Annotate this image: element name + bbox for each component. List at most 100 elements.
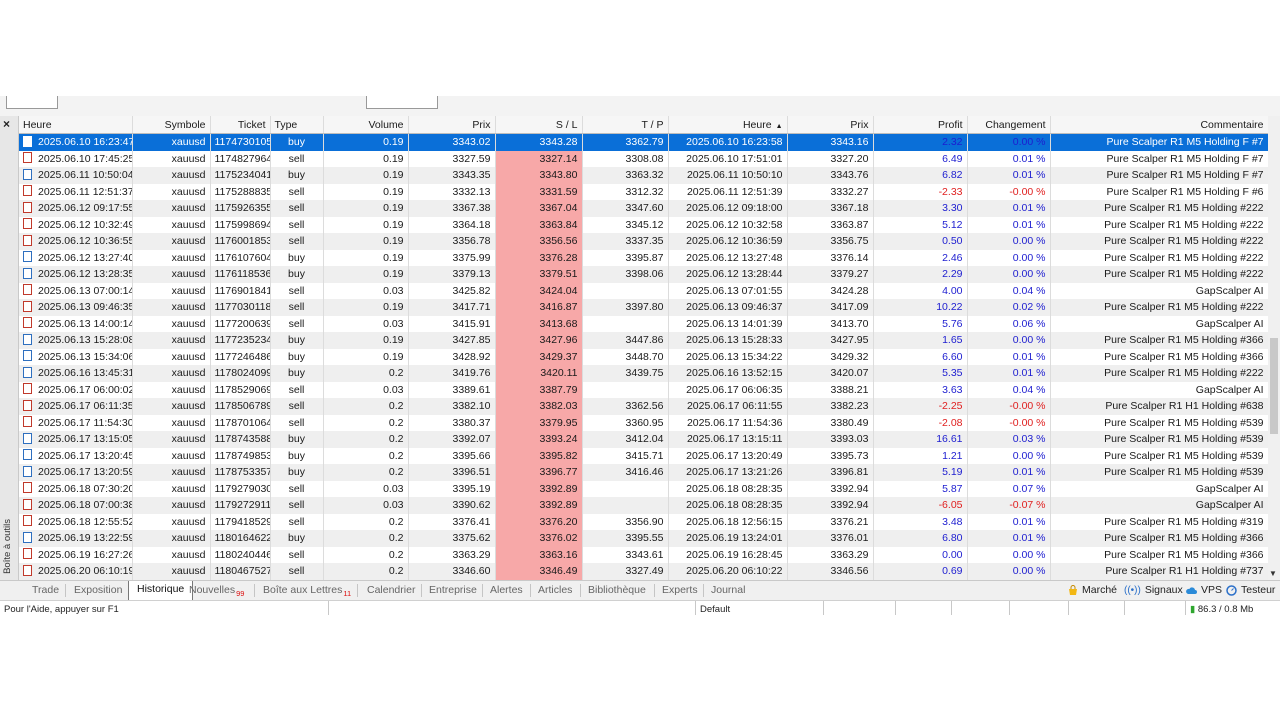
table-row[interactable]: 2025.06.12 10:36:55 xauusd 1176001853 sell 0… <box>19 233 1268 250</box>
table-row[interactable]: 2025.06.20 06:10:19 xauusd 1180467527 sell 0… <box>19 563 1268 580</box>
cell-open-time-text: 2025.06.13 07:00:14 <box>38 284 132 297</box>
table-row[interactable]: 2025.06.17 06:00:02 xauusd 1178529069 sell 0… <box>19 381 1268 398</box>
cell-close-time: 2025.06.18 12:56:15 <box>668 513 788 530</box>
cell-open-price-text: 3395.19 <box>452 482 491 495</box>
col-profit[interactable]: Profit <box>873 116 968 134</box>
table-row[interactable]: 2025.06.11 12:51:37 xauusd 1175288835 sell 0… <box>19 183 1268 200</box>
market-button[interactable]: Marché <box>1068 584 1117 596</box>
cell-sl: 3363.84 <box>495 216 583 233</box>
cell-profit: 6.80 <box>873 530 968 547</box>
cell-tp: 3395.87 <box>582 249 669 266</box>
tab-trade[interactable]: Trade <box>32 584 59 596</box>
cell-change: 0.00 % <box>967 233 1051 250</box>
table-row[interactable]: 2025.06.12 09:17:55 xauusd 1175926355 sell 0… <box>19 200 1268 217</box>
table-row[interactable]: 2025.06.13 15:28:08 xauusd 1177235234 buy 0.… <box>19 332 1268 349</box>
close-icon[interactable]: × <box>3 117 10 131</box>
table-row[interactable]: 2025.06.13 09:46:35 xauusd 1177030118 sell 0… <box>19 299 1268 316</box>
tab-bibliotheque[interactable]: Bibliothèque <box>588 584 646 596</box>
table-row[interactable]: 2025.06.19 16:27:26 xauusd 1180240446 sell 0… <box>19 546 1268 563</box>
cell-type: sell <box>270 546 324 563</box>
table-row[interactable]: 2025.06.17 13:20:59 xauusd 1178753357 buy 0.… <box>19 464 1268 481</box>
col-sl[interactable]: S / L <box>495 116 583 134</box>
table-row[interactable]: 2025.06.18 12:55:52 xauusd 1179418529 sell 0… <box>19 513 1268 530</box>
scrollbar-thumb[interactable] <box>1270 338 1278 434</box>
cell-ticket: 1178753357 <box>210 464 271 481</box>
cell-comment: GapScalper AI <box>1050 480 1268 497</box>
col-symbole[interactable]: Symbole <box>132 116 211 134</box>
table-row[interactable]: 2025.06.17 11:54:30 xauusd 1178701064 sell 0… <box>19 414 1268 431</box>
cell-close-price-text: 3392.94 <box>830 499 869 512</box>
table-row[interactable]: 2025.06.16 13:45:31 xauusd 1178024099 buy 0.… <box>19 365 1268 382</box>
table-row[interactable]: 2025.06.17 06:11:35 xauusd 1178506789 sell 0… <box>19 398 1268 415</box>
cell-change-text: 0.02 % <box>1012 301 1046 314</box>
cell-symbol: xauusd <box>132 497 211 514</box>
tab-journal[interactable]: Journal <box>711 584 745 596</box>
tab-experts[interactable]: Experts <box>662 584 698 596</box>
table-row[interactable]: 2025.06.13 14:00:14 xauusd 1177200639 sell 0… <box>19 315 1268 332</box>
cell-close-price-text: 3346.56 <box>830 565 869 578</box>
table-row[interactable]: 2025.06.12 13:27:40 xauusd 1176107604 buy 0.… <box>19 249 1268 266</box>
tab-historique[interactable]: Historique <box>128 581 194 601</box>
tab-boite-aux-lettres[interactable]: Boîte aux Lettres11 <box>263 584 351 598</box>
cell-comment: Pure Scalper R1 H1 Holding #737 <box>1050 563 1268 580</box>
table-row[interactable]: 2025.06.13 15:34:06 xauusd 1177246486 buy 0.… <box>19 348 1268 365</box>
signals-button[interactable]: ((•)) Signaux <box>1124 584 1183 596</box>
tab-separator <box>254 584 255 597</box>
cell-open-time-text: 2025.06.12 13:28:35 <box>38 268 132 281</box>
col-type[interactable]: Type <box>270 116 324 134</box>
tab-alertes[interactable]: Alertes <box>490 584 523 596</box>
cell-ticket-text: 1175998694 <box>214 218 270 231</box>
cell-symbol-text: xauusd <box>171 515 206 528</box>
cell-open-time: 2025.06.13 15:34:06 <box>19 348 133 365</box>
col-prix-close[interactable]: Prix <box>787 116 874 134</box>
table-row[interactable]: 2025.06.13 07:00:14 xauusd 1176901841 sell 0… <box>19 282 1268 299</box>
cell-comment-text: Pure Scalper R1 M5 Holding F #7 <box>1106 152 1264 165</box>
cell-tp: 3345.12 <box>582 216 669 233</box>
tab-calendrier[interactable]: Calendrier <box>367 584 415 596</box>
col-heure[interactable]: Heure <box>19 116 133 134</box>
table-row[interactable]: 2025.06.10 17:45:25 xauusd 1174827964 sell 0… <box>19 150 1268 167</box>
col-volume[interactable]: Volume <box>323 116 409 134</box>
cell-comment-text: Pure Scalper R1 H1 Holding #638 <box>1105 400 1264 413</box>
table-row[interactable]: 2025.06.10 16:23:47 xauusd 1174730105 buy 0.… <box>19 133 1268 151</box>
cell-volume-text: 0.19 <box>383 251 404 264</box>
cell-type: buy <box>270 530 324 547</box>
col-ticket[interactable]: Ticket <box>210 116 271 134</box>
table-row[interactable]: 2025.06.12 13:28:35 xauusd 1176118536 buy 0.… <box>19 266 1268 283</box>
cell-close-price-text: 3380.49 <box>830 416 869 429</box>
vertical-scrollbar[interactable]: ▼ <box>1268 116 1280 580</box>
table-row[interactable]: 2025.06.19 13:22:59 xauusd 1180164622 buy 0.… <box>19 530 1268 547</box>
cell-symbol: xauusd <box>132 398 211 415</box>
cell-type: buy <box>270 365 324 382</box>
tab-articles[interactable]: Articles <box>538 584 572 596</box>
tab-nouvelles[interactable]: Nouvelles99 <box>189 584 244 598</box>
cell-comment: Pure Scalper R1 M5 Holding #366 <box>1050 530 1268 547</box>
table-row[interactable]: 2025.06.18 07:00:38 xauusd 1179272911 sell 0… <box>19 497 1268 514</box>
tester-button[interactable]: Testeur <box>1226 584 1275 596</box>
cell-comment: Pure Scalper R1 M5 Holding #222 <box>1050 249 1268 266</box>
col-prix[interactable]: Prix <box>408 116 496 134</box>
cell-open-price: 3343.02 <box>408 133 496 151</box>
table-row[interactable]: 2025.06.17 13:15:05 xauusd 1178743588 buy 0.… <box>19 431 1268 448</box>
col-changement[interactable]: Changement <box>967 116 1051 134</box>
vps-button[interactable]: VPS <box>1185 584 1222 596</box>
col-heure-close[interactable]: Heure ▲ <box>668 116 788 134</box>
table-row[interactable]: 2025.06.11 10:50:04 xauusd 1175234041 buy 0.… <box>19 167 1268 184</box>
sell-deal-icon <box>23 399 32 411</box>
col-tp[interactable]: T / P <box>582 116 669 134</box>
col-commentaire[interactable]: Commentaire <box>1050 116 1268 134</box>
table-row[interactable]: 2025.06.17 13:20:45 xauusd 1178749853 buy 0.… <box>19 447 1268 464</box>
cell-sl: 3363.16 <box>495 546 583 563</box>
scroll-down-icon[interactable]: ▼ <box>1269 569 1277 578</box>
table-row[interactable]: 2025.06.12 10:32:49 xauusd 1175998694 sell 0… <box>19 216 1268 233</box>
tab-entreprise[interactable]: Entreprise <box>429 584 477 596</box>
cell-close-time-text: 2025.06.17 13:20:49 <box>686 449 783 462</box>
table-row[interactable]: 2025.06.18 07:30:20 xauusd 1179279030 sell 0… <box>19 480 1268 497</box>
cell-tp-text: 3360.95 <box>625 416 664 429</box>
cell-tp: 3412.04 <box>582 431 669 448</box>
cell-close-price-text: 3363.87 <box>830 218 869 231</box>
tab-exposition[interactable]: Exposition <box>74 584 122 596</box>
cell-sl: 3379.51 <box>495 266 583 283</box>
buy-deal-icon <box>23 135 32 147</box>
cell-symbol-text: xauusd <box>171 268 206 281</box>
